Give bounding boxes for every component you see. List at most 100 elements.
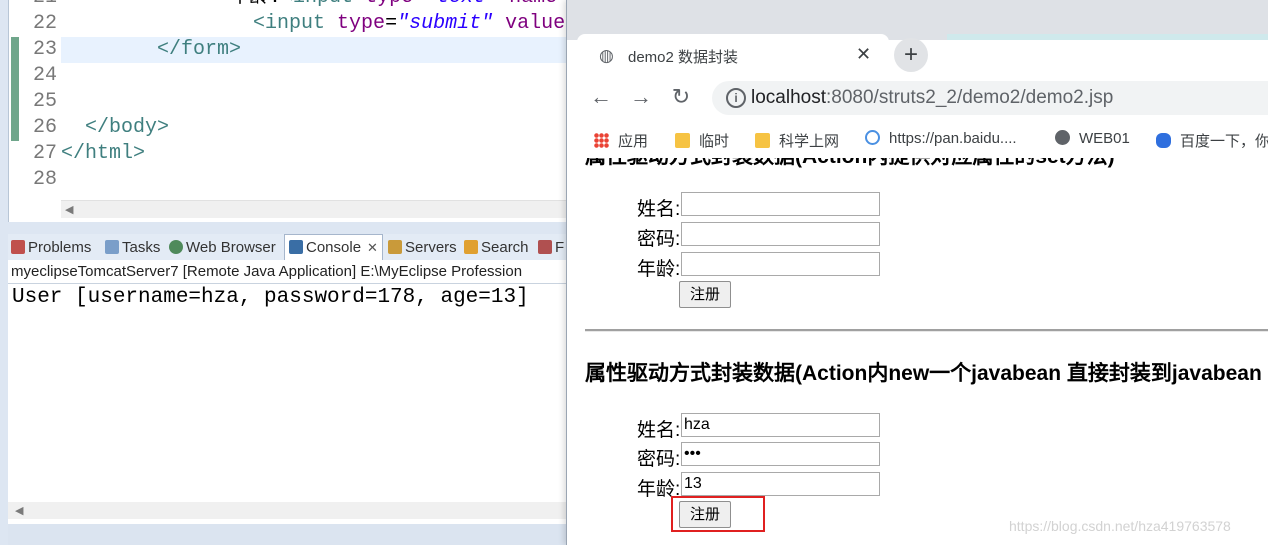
horizontal-rule — [585, 329, 1268, 332]
tab-label: Web Browser — [186, 239, 276, 256]
username-label: 姓名: — [637, 199, 681, 220]
apps-grid-icon — [594, 133, 609, 148]
code-token: </body> — [85, 116, 170, 139]
browser-tab[interactable]: ◍ demo2 数据封装 ✕ — [577, 34, 889, 76]
code-token: = — [413, 0, 425, 9]
forward-arrow-icon[interactable]: → — [628, 84, 654, 110]
bookmark-label: 百度一下，你 — [1180, 133, 1268, 150]
section-heading-2: 属性驱动方式封装数据(Action内new一个javabean 直接封装到jav… — [585, 362, 1262, 385]
console-horizontal-scrollbar[interactable]: ◀ — [8, 502, 566, 519]
url-path: :8080/struts2_2/demo2/demo2.jsp — [826, 87, 1114, 108]
tasks-icon — [105, 240, 119, 254]
close-icon[interactable]: ✕ — [367, 240, 378, 255]
web-page-content: 属性驱动方式封装数据(Action内提供对应属性的set方法) 姓名: 密码: … — [567, 158, 1268, 545]
browser-toolbar: ← → ↻ i localhost:8080/struts2_2/demo2/d… — [567, 76, 1268, 120]
password-input[interactable] — [681, 442, 880, 466]
scroll-left-icon[interactable]: ◀ — [15, 504, 23, 517]
line-number: 28 — [32, 168, 57, 191]
tab-search[interactable]: Search — [464, 238, 529, 258]
tab-title: demo2 数据封装 — [628, 49, 739, 66]
line-number-gutter: 2122 23 24 25 26 27 28 — [9, 0, 61, 200]
password-label: 密码: — [637, 449, 681, 470]
new-tab-button[interactable]: + — [894, 38, 928, 72]
code-token: "text" — [425, 0, 509, 9]
line-number: 22 — [32, 12, 57, 35]
reload-icon[interactable]: ↻ — [668, 84, 694, 110]
username-input[interactable] — [681, 413, 880, 437]
status-bar — [8, 524, 566, 545]
code-token: type — [337, 12, 386, 35]
code-token: 年龄: — [229, 0, 281, 9]
search-icon — [464, 240, 478, 254]
red-highlight-box — [671, 496, 765, 532]
tab-label: Console — [306, 239, 362, 256]
age-input[interactable] — [681, 252, 880, 276]
tab-more[interactable]: F — [538, 238, 564, 258]
tab-problems[interactable]: Problems — [11, 238, 91, 258]
scroll-left-icon[interactable]: ◀ — [65, 203, 73, 216]
bookmark-web01[interactable]: WEB01 — [1055, 130, 1130, 147]
console-output: User [username=hza, password=178, age=13… — [12, 286, 529, 309]
tab-label: Tasks — [122, 239, 161, 256]
age-input[interactable] — [681, 472, 880, 496]
console-view[interactable]: myeclipseTomcatServer7 [Remote Java Appl… — [8, 260, 566, 545]
bookmark-folder-temp[interactable]: 临时 — [675, 130, 729, 151]
code-token: value — [505, 12, 566, 35]
bookmark-baidu-pan[interactable]: https://pan.baidu.... — [865, 130, 1017, 147]
tab-web-browser[interactable]: Web Browser — [169, 238, 276, 258]
code-line: </html> — [61, 141, 145, 167]
back-arrow-icon[interactable]: ← — [588, 84, 614, 110]
bookmarks-bar: 应用 临时 科学上网 https://pan.baidu.... WEB01 百… — [567, 120, 1268, 159]
password-label: 密码: — [637, 229, 681, 250]
close-tab-icon[interactable]: ✕ — [856, 44, 871, 65]
editor-horizontal-scrollbar[interactable]: ◀ — [61, 200, 567, 218]
folder-icon — [675, 133, 690, 148]
code-token: </html> — [61, 142, 146, 165]
bookmark-label: 应用 — [618, 133, 649, 150]
section-heading-1: 属性驱动方式封装数据(Action内提供对应属性的set方法) — [585, 158, 1115, 170]
tab-console[interactable]: Console ✕ — [284, 234, 383, 261]
watermark: https://blog.csdn.net/hza419763578 — [1009, 518, 1231, 534]
view-icon — [538, 240, 552, 254]
tab-servers[interactable]: Servers — [388, 238, 457, 258]
tab-label: Problems — [28, 239, 92, 256]
globe-icon — [169, 240, 183, 254]
address-bar[interactable]: i localhost:8080/struts2_2/demo2/demo2.j… — [712, 81, 1268, 115]
bookmark-label: 临时 — [699, 133, 730, 150]
tab-tasks[interactable]: Tasks — [105, 238, 160, 258]
password-input[interactable] — [681, 222, 880, 246]
code-token: type — [365, 0, 413, 9]
ide-window: 2122232425262728 年龄:<input type="text" n… — [0, 0, 785, 545]
globe-icon — [1055, 130, 1070, 145]
code-token: "submit" — [397, 12, 506, 35]
code-editor[interactable]: 2122232425262728 年龄:<input type="text" n… — [8, 0, 785, 222]
line-number: 24 — [32, 64, 57, 87]
code-line: </body> — [61, 115, 169, 141]
divider — [8, 283, 566, 284]
register-button[interactable]: 注册 — [679, 281, 731, 308]
bookmark-baidu[interactable]: 百度一下，你 — [1156, 130, 1268, 151]
bookmark-label: 科学上网 — [779, 133, 840, 150]
bookmark-folder-science[interactable]: 科学上网 — [755, 130, 839, 151]
line-number: 25 — [32, 90, 57, 113]
bookmark-apps[interactable]: 应用 — [594, 130, 648, 151]
line-number: 27 — [32, 142, 57, 165]
console-icon — [289, 240, 303, 254]
baidu-paw-icon — [1156, 133, 1171, 148]
browser-window: ◍ demo2 数据封装 ✕ + ← → ↻ i localhost:8080/… — [566, 0, 1268, 545]
code-token: </form> — [157, 38, 242, 61]
tab-label: Search — [481, 239, 529, 256]
globe-icon: ◍ — [599, 46, 614, 65]
code-line: </form> — [61, 37, 241, 63]
bookmark-label: https://pan.baidu.... — [889, 130, 1017, 147]
username-input[interactable] — [681, 192, 880, 216]
info-icon[interactable]: i — [726, 88, 746, 108]
code-token: <input — [281, 0, 365, 9]
code-token: = — [385, 12, 398, 35]
url-host: localhost — [751, 87, 826, 108]
line-number: 26 — [32, 116, 57, 139]
url-text[interactable]: localhost:8080/struts2_2/demo2/demo2.jsp — [751, 87, 1113, 109]
tab-strip-background — [947, 34, 1268, 40]
line-number: 21 — [9, 0, 57, 11]
folder-icon — [755, 133, 770, 148]
